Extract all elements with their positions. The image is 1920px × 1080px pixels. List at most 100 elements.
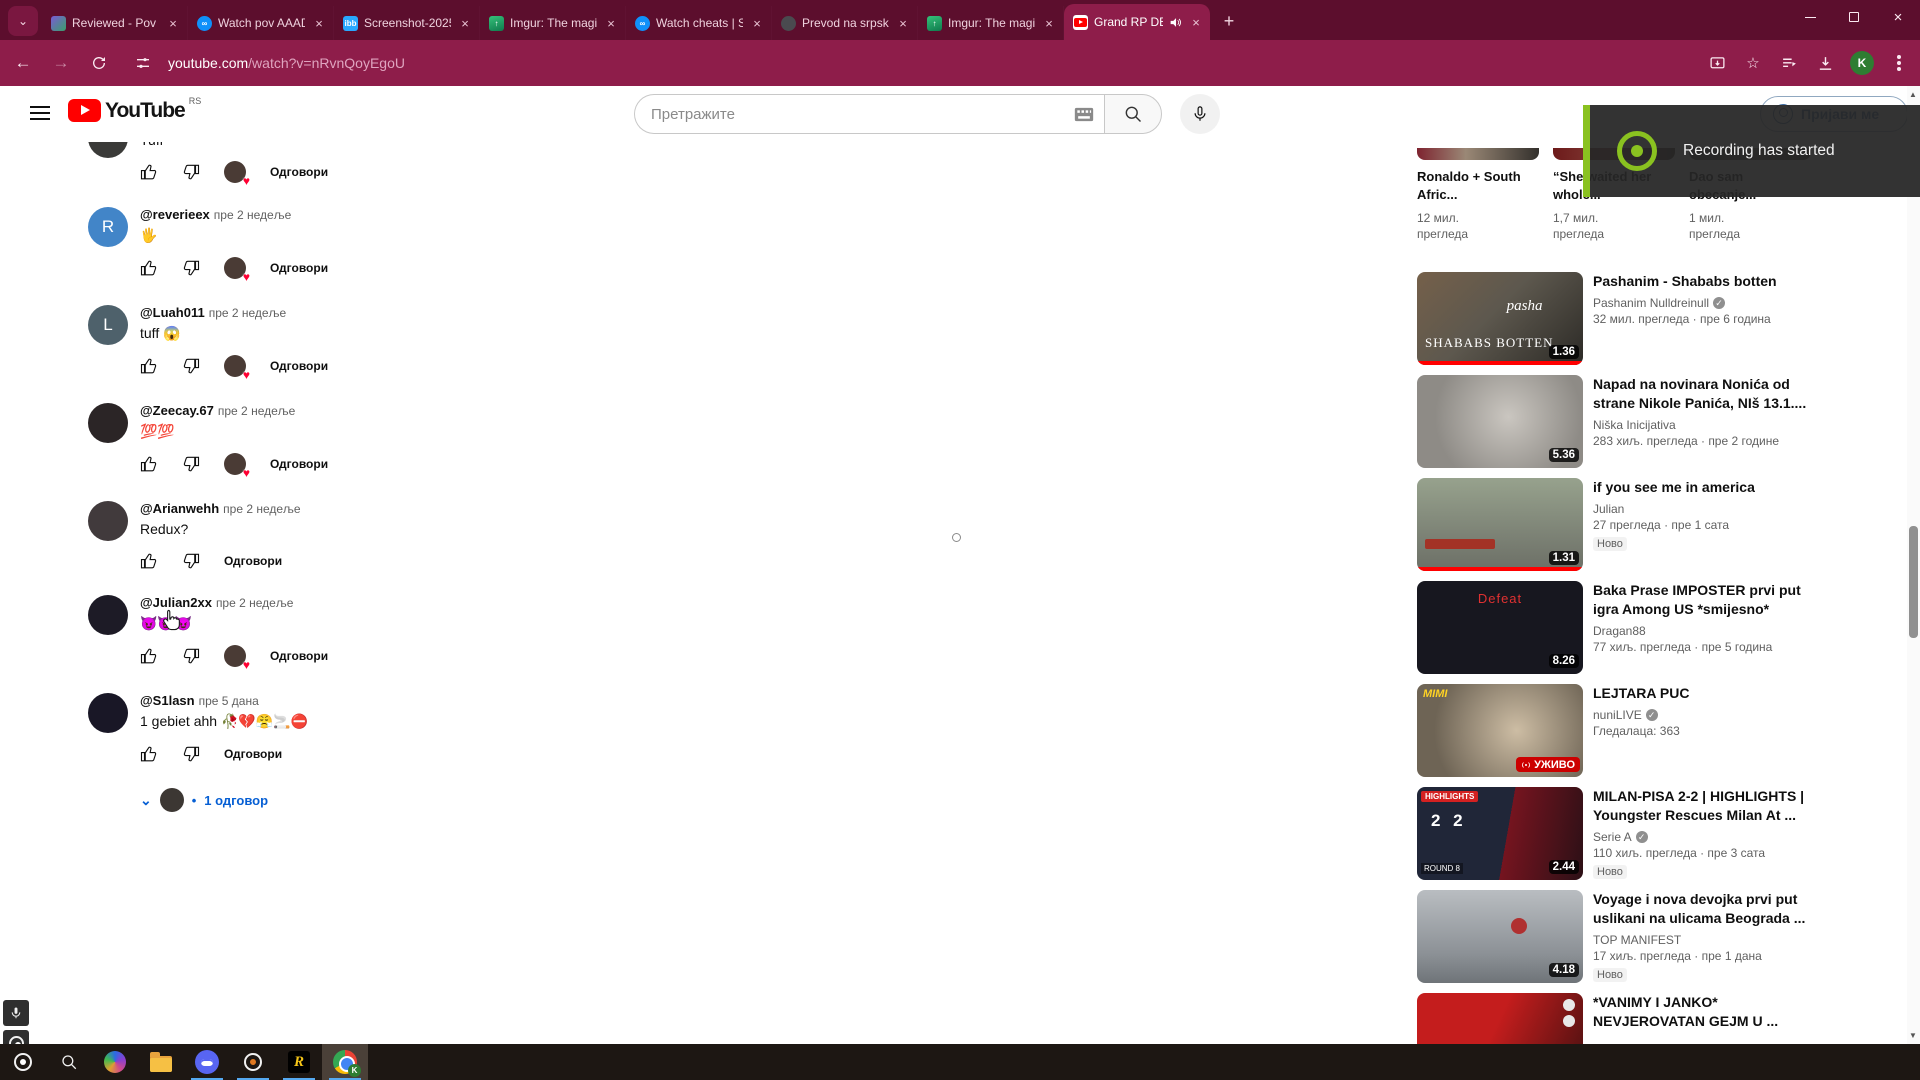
video-title[interactable]: MILAN-PISA 2-2 | HIGHLIGHTS | Youngster … bbox=[1593, 787, 1811, 825]
video-thumbnail[interactable]: 1.31 bbox=[1417, 478, 1583, 571]
comment-author[interactable]: @reverieex bbox=[140, 207, 210, 222]
video-thumbnail[interactable]: HIGHLIGHTS 2 2 ROUND 8 2.44 bbox=[1417, 787, 1583, 880]
comment-time[interactable]: пре 2 недеље bbox=[223, 502, 300, 516]
back-button[interactable]: ← bbox=[8, 48, 38, 78]
recording-notification[interactable]: Recording has started bbox=[1583, 105, 1920, 197]
voice-search-button[interactable] bbox=[1180, 94, 1220, 134]
downloads-icon[interactable] bbox=[1814, 52, 1836, 74]
creator-heart-icon[interactable] bbox=[224, 257, 246, 279]
taskbar-copilot-icon[interactable] bbox=[92, 1044, 138, 1080]
reply-button[interactable]: Одговори bbox=[270, 359, 328, 373]
video-title[interactable]: Voyage i nova devojka prvi put uslikani … bbox=[1593, 890, 1811, 928]
taskbar-recorder-icon[interactable] bbox=[230, 1044, 276, 1080]
tab-close-icon[interactable]: × bbox=[165, 15, 181, 31]
avatar[interactable]: L bbox=[88, 305, 128, 345]
related-video-row[interactable]: HIGHLIGHTS 2 2 ROUND 8 2.44 MILAN-PISA 2… bbox=[1417, 787, 1897, 883]
taskbar-chrome-icon[interactable]: K bbox=[322, 1044, 368, 1080]
like-icon[interactable] bbox=[140, 552, 158, 570]
address-bar[interactable]: youtube.com/watch?v=nRvnQoyEgoU bbox=[168, 55, 405, 71]
keyboard-icon[interactable] bbox=[1074, 107, 1094, 122]
related-video-row[interactable]: MIMI УЖИВО LEJTARA PUC nuniLIVE✓ Гледала… bbox=[1417, 684, 1897, 780]
channel-name[interactable]: TOP MANIFEST bbox=[1593, 933, 1681, 947]
dislike-icon[interactable] bbox=[182, 357, 200, 375]
window-maximize-button[interactable] bbox=[1832, 0, 1876, 34]
tab-close-icon[interactable]: × bbox=[457, 15, 473, 31]
tab-watch-pov[interactable]: ∞ Watch pov AAADADADAD × bbox=[188, 6, 334, 40]
related-video-row[interactable]: 4.18 Voyage i nova devojka prvi put usli… bbox=[1417, 890, 1897, 986]
comment-author[interactable]: @S1lasn bbox=[140, 693, 195, 708]
browser-profile-avatar[interactable]: K bbox=[1850, 51, 1874, 75]
playlist-icon[interactable] bbox=[1778, 52, 1800, 74]
window-close-button[interactable]: × bbox=[1876, 0, 1920, 34]
site-info-icon[interactable] bbox=[128, 48, 158, 78]
like-icon[interactable] bbox=[140, 357, 158, 375]
creator-heart-icon[interactable] bbox=[224, 161, 246, 183]
taskbar-discord-icon[interactable] bbox=[184, 1044, 230, 1080]
like-icon[interactable] bbox=[140, 745, 158, 763]
page-scrollbar[interactable]: ▲ ▼ bbox=[1907, 86, 1920, 1044]
tab-audio-icon[interactable] bbox=[1169, 16, 1182, 29]
video-thumbnail[interactable]: Defeat 8.26 bbox=[1417, 581, 1583, 674]
channel-name[interactable]: Pashanim Nulldreinull bbox=[1593, 296, 1709, 310]
creator-heart-icon[interactable] bbox=[224, 453, 246, 475]
tab-close-icon[interactable]: × bbox=[1188, 14, 1204, 30]
channel-name[interactable]: Dragan88 bbox=[1593, 624, 1646, 638]
forward-button[interactable]: → bbox=[46, 48, 76, 78]
scrollbar-thumb[interactable] bbox=[1909, 526, 1918, 638]
creator-heart-icon[interactable] bbox=[224, 355, 246, 377]
taskbar-rage-icon[interactable]: R bbox=[276, 1044, 322, 1080]
tab-grand-rp-active[interactable]: Grand RP DE02 I "Gan × bbox=[1064, 4, 1210, 40]
tab-search-button[interactable]: ⌄ bbox=[8, 6, 38, 36]
tab-close-icon[interactable]: × bbox=[749, 15, 765, 31]
comment-time[interactable]: пре 2 недеље bbox=[218, 404, 295, 418]
tab-prevod[interactable]: Prevod na srpski × bbox=[772, 6, 918, 40]
avatar[interactable] bbox=[88, 403, 128, 443]
video-title[interactable]: LEJTARA PUC bbox=[1593, 684, 1811, 703]
video-title[interactable]: *VANIMY I JANKO* NEVJEROVATAN GEJM U ... bbox=[1593, 993, 1811, 1031]
related-video-row[interactable]: 1.31 if you see me in america Julian 27 … bbox=[1417, 478, 1897, 574]
tab-reviewed[interactable]: Reviewed - Pov req | 0000 × bbox=[42, 6, 188, 40]
comment-time[interactable]: пре 2 недеље bbox=[216, 596, 293, 610]
reply-button[interactable]: Одговори bbox=[224, 747, 282, 761]
taskbar-search-button[interactable] bbox=[46, 1044, 92, 1080]
new-tab-button[interactable]: + bbox=[1216, 8, 1242, 34]
tab-imgur-1[interactable]: ↑ Imgur: The magic of the I × bbox=[480, 6, 626, 40]
dislike-icon[interactable] bbox=[182, 163, 200, 181]
tab-close-icon[interactable]: × bbox=[311, 15, 327, 31]
install-app-icon[interactable] bbox=[1706, 52, 1728, 74]
channel-name[interactable]: Julian bbox=[1593, 502, 1624, 516]
video-thumbnail[interactable]: pasha SHABABS BOTTEN 1.36 bbox=[1417, 272, 1583, 365]
youtube-logo[interactable]: YouTube RS bbox=[68, 99, 201, 122]
related-video-row[interactable]: Defeat 8.26 Baka Prase IMPOSTER prvi put… bbox=[1417, 581, 1897, 677]
video-thumbnail[interactable]: 4.18 bbox=[1417, 890, 1583, 983]
reply-button[interactable]: Одговори bbox=[270, 649, 328, 663]
avatar[interactable] bbox=[88, 595, 128, 635]
related-video-row[interactable]: pasha SHABABS BOTTEN 1.36 Pashanim - Sha… bbox=[1417, 272, 1897, 368]
dislike-icon[interactable] bbox=[182, 647, 200, 665]
tab-close-icon[interactable]: × bbox=[603, 15, 619, 31]
tab-close-icon[interactable]: × bbox=[1041, 15, 1057, 31]
like-icon[interactable] bbox=[140, 455, 158, 473]
comment-author[interactable]: @Zeecay.67 bbox=[140, 403, 214, 418]
tab-imgur-2[interactable]: ↑ Imgur: The magic of the I × bbox=[918, 6, 1064, 40]
tab-watch-cheats[interactable]: ∞ Watch cheats | Streamabl × bbox=[626, 6, 772, 40]
comment-author[interactable]: @Arianwehh bbox=[140, 501, 219, 516]
scroll-up-icon[interactable]: ▲ bbox=[1909, 90, 1917, 99]
like-icon[interactable] bbox=[140, 647, 158, 665]
video-title[interactable]: Napad na novinara Nonića od strane Nikol… bbox=[1593, 375, 1811, 413]
tab-close-icon[interactable]: × bbox=[895, 15, 911, 31]
dislike-icon[interactable] bbox=[182, 455, 200, 473]
avatar[interactable] bbox=[88, 693, 128, 733]
channel-name[interactable]: Serie A bbox=[1593, 830, 1632, 844]
creator-heart-icon[interactable] bbox=[224, 645, 246, 667]
comment-time[interactable]: пре 2 недеље bbox=[209, 306, 286, 320]
dislike-icon[interactable] bbox=[182, 745, 200, 763]
floating-mic-widget[interactable] bbox=[3, 1000, 29, 1026]
channel-name[interactable]: Niška Inicijativa bbox=[1593, 418, 1676, 432]
comment-time[interactable]: пре 2 недеље bbox=[214, 208, 291, 222]
channel-name[interactable]: nuniLIVE bbox=[1593, 708, 1642, 722]
related-grid-card[interactable]: Ronaldo + South Afric... 12 мил. преглед… bbox=[1417, 148, 1539, 242]
scroll-down-icon[interactable]: ▼ bbox=[1909, 1031, 1917, 1040]
video-title[interactable]: Baka Prase IMPOSTER prvi put igra Among … bbox=[1593, 581, 1811, 619]
comment-time[interactable]: пре 5 дана bbox=[199, 694, 259, 708]
